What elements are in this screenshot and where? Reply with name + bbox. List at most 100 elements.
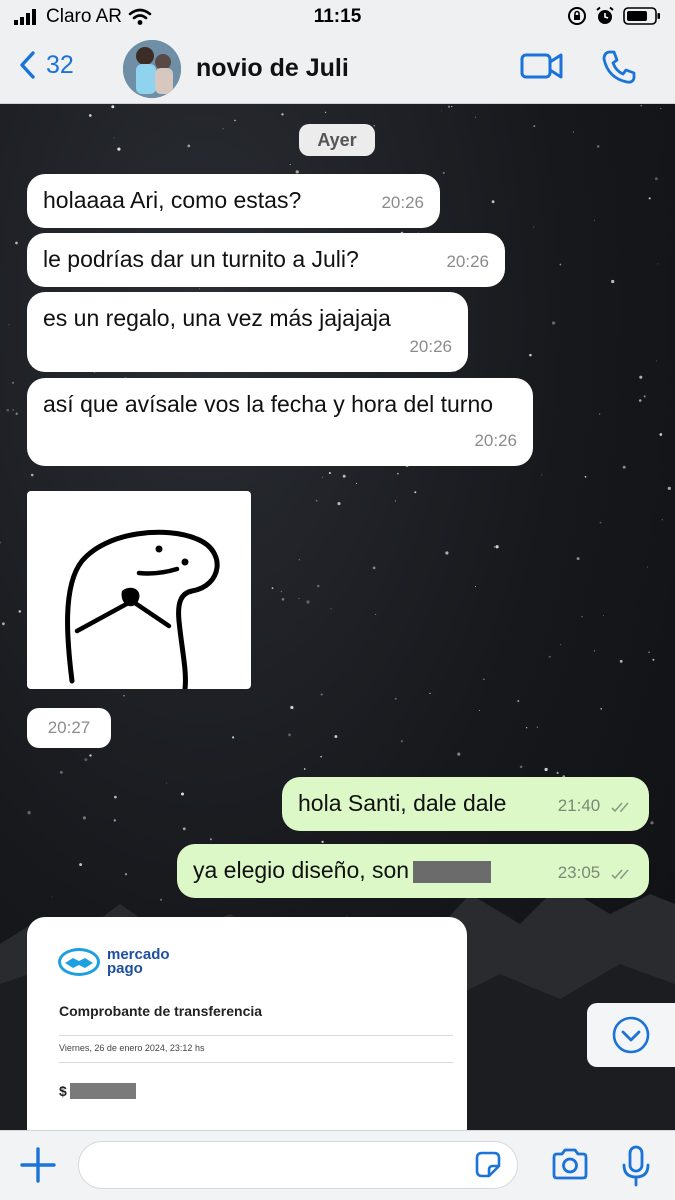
receipt-date: Viernes, 26 de enero 2024, 23:12 hs xyxy=(59,1043,205,1053)
message-bubble-outgoing[interactable]: hola Santi, dale dale 21:40 xyxy=(282,777,649,831)
star xyxy=(479,710,481,711)
read-receipt-icon xyxy=(611,801,629,812)
star xyxy=(84,758,88,762)
rotation-lock-icon xyxy=(568,7,586,25)
star xyxy=(576,557,580,561)
star xyxy=(15,412,18,415)
star xyxy=(303,768,306,770)
scroll-to-bottom-button[interactable] xyxy=(587,1003,675,1067)
microphone-icon xyxy=(622,1145,650,1187)
star xyxy=(337,502,341,506)
star xyxy=(600,707,603,710)
divider xyxy=(59,1062,453,1063)
star xyxy=(655,360,657,362)
transfer-receipt-image[interactable]: mercado pago Comprobante de transferenci… xyxy=(27,917,467,1147)
message-bubble-incoming[interactable]: es un regalo, una vez más jajajaja 20:26 xyxy=(27,292,468,372)
star xyxy=(659,433,663,436)
star xyxy=(640,104,643,107)
attach-button[interactable] xyxy=(18,1145,58,1190)
star xyxy=(2,622,5,626)
star xyxy=(0,541,2,544)
star xyxy=(414,491,417,494)
redacted-value xyxy=(69,1083,136,1099)
message-bubble-incoming[interactable]: holaaaa Ari, como estas? 20:26 xyxy=(27,174,440,228)
star xyxy=(8,324,10,326)
alarm-icon xyxy=(596,6,614,24)
star xyxy=(648,651,650,654)
plus-icon xyxy=(20,1147,56,1183)
message-time: 20:26 xyxy=(446,252,489,271)
back-button[interactable]: 32 xyxy=(18,50,74,80)
battery-icon xyxy=(623,7,660,25)
star xyxy=(397,472,399,475)
message-text: holaaaa Ari, como estas? xyxy=(43,187,302,213)
star xyxy=(447,105,451,108)
chevron-down-icon xyxy=(612,1016,650,1054)
star xyxy=(89,754,92,757)
carrier-name: Claro AR xyxy=(46,6,123,27)
star xyxy=(541,474,543,476)
star xyxy=(639,375,643,379)
star xyxy=(544,767,548,772)
star xyxy=(88,114,92,117)
star xyxy=(320,755,322,758)
star xyxy=(517,699,520,703)
message-input[interactable] xyxy=(78,1141,518,1189)
star xyxy=(560,644,562,646)
star xyxy=(124,873,128,876)
star xyxy=(199,288,200,290)
voice-note-button[interactable] xyxy=(620,1144,652,1193)
star xyxy=(599,521,602,524)
video-call-button[interactable] xyxy=(520,48,564,89)
sticker-button[interactable] xyxy=(472,1149,504,1186)
star xyxy=(474,586,477,588)
star xyxy=(117,147,121,151)
star xyxy=(79,863,83,867)
contact-avatar[interactable] xyxy=(123,40,181,98)
star xyxy=(491,200,495,204)
camera-button[interactable] xyxy=(550,1147,590,1188)
date-separator: Ayer xyxy=(299,124,375,156)
message-bubble-incoming[interactable]: le podrías dar un turnito a Juli? 20:26 xyxy=(27,233,505,287)
star xyxy=(519,765,523,769)
status-carrier: Claro AR xyxy=(14,6,152,28)
receipt-amount: $ xyxy=(59,1083,136,1099)
star xyxy=(442,171,445,174)
brand-line-2: pago xyxy=(107,960,143,977)
star xyxy=(611,279,615,284)
divider xyxy=(59,1035,453,1036)
message-text: ya elegio diseño, son xyxy=(193,857,410,883)
star xyxy=(598,413,601,415)
star xyxy=(18,610,22,613)
sticker-image[interactable] xyxy=(27,491,251,692)
message-text: es un regalo, una vez más jajajaja xyxy=(43,305,391,331)
star xyxy=(372,566,376,570)
star xyxy=(495,545,499,549)
star xyxy=(113,819,116,822)
star xyxy=(483,678,485,681)
phone-icon xyxy=(602,50,636,84)
message-bubble-incoming[interactable]: así que avísale vos la fecha y hora del … xyxy=(27,378,533,466)
voice-call-button[interactable] xyxy=(600,48,638,91)
star xyxy=(429,692,431,695)
star xyxy=(281,113,284,116)
status-icons xyxy=(567,6,661,26)
message-time: 20:26 xyxy=(474,431,517,450)
message-bubble-outgoing[interactable]: ya elegio diseño, son 23:05 xyxy=(177,844,649,898)
star xyxy=(532,226,535,228)
star xyxy=(82,816,86,820)
star xyxy=(231,736,235,739)
star xyxy=(525,727,528,729)
signal-icon xyxy=(14,9,36,25)
star xyxy=(548,655,551,658)
star xyxy=(533,125,536,128)
star xyxy=(288,733,291,737)
star xyxy=(315,499,318,502)
message-time: 23:05 xyxy=(557,863,601,882)
contact-name[interactable]: novio de Juli xyxy=(196,54,349,83)
star xyxy=(114,795,117,799)
star xyxy=(536,726,538,728)
star xyxy=(15,241,18,245)
star xyxy=(322,476,324,478)
star xyxy=(51,896,53,898)
